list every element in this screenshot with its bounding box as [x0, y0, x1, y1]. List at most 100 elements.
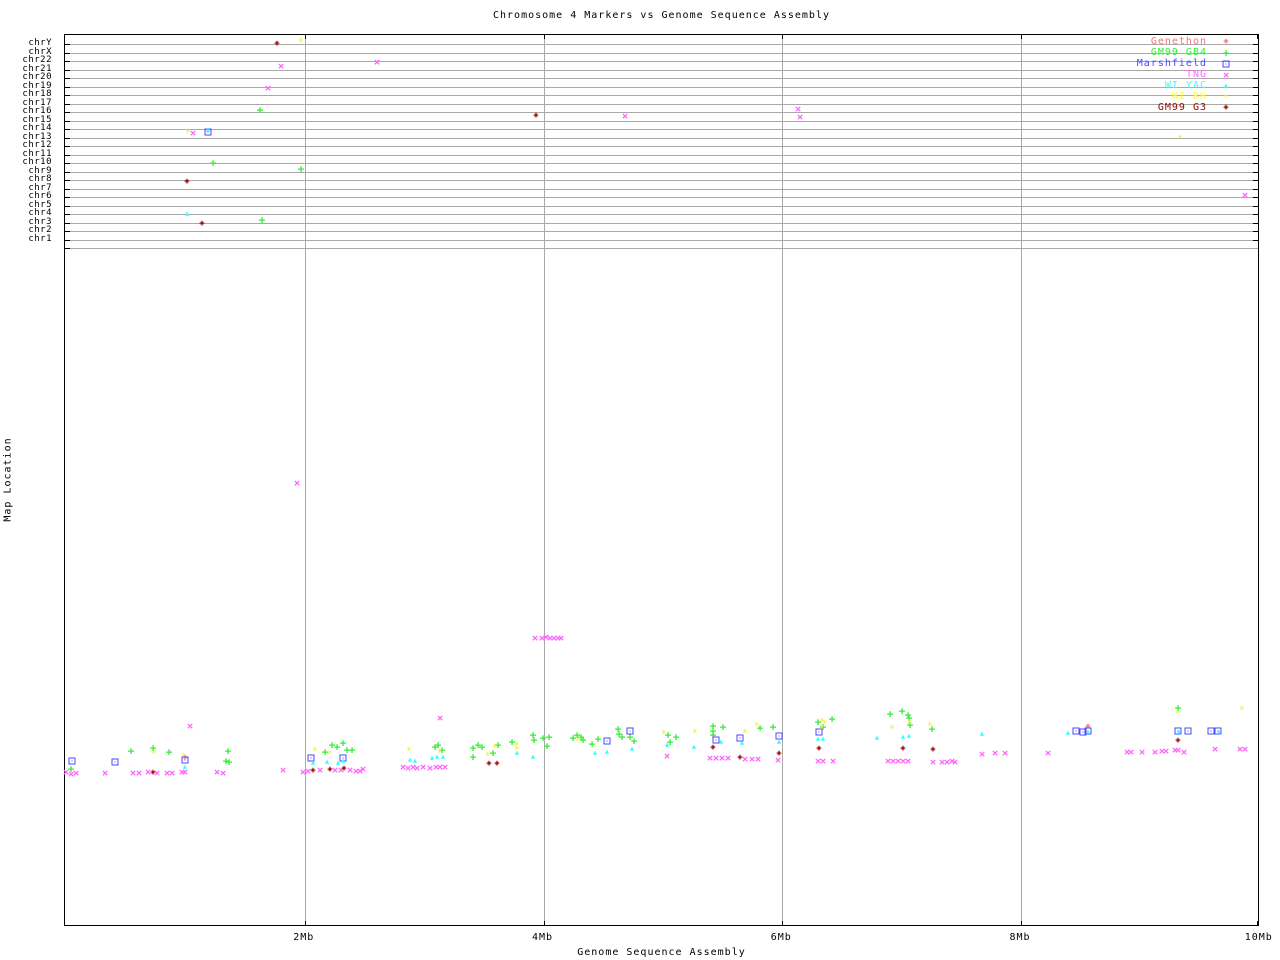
data-point-gb4: +	[672, 730, 680, 744]
data-point-g3: ◈	[930, 744, 936, 755]
data-point-yac: ▲	[979, 729, 985, 738]
data-point-tng: ×	[279, 763, 287, 777]
gridline-chr2	[65, 231, 1258, 233]
data-point-gb4: +	[256, 103, 264, 117]
data-point-g3: ◈	[199, 218, 205, 229]
data-point-tng: ×	[796, 110, 804, 124]
bottom-tick-8Mb	[1021, 921, 1022, 925]
top-tick-4Mb	[543, 35, 545, 39]
data-point-yac: ▲	[691, 742, 697, 751]
data-point-tng: ×	[1211, 742, 1219, 756]
data-point-g3: ◈	[341, 763, 347, 774]
data-point-g3: ◈	[737, 752, 743, 763]
left-tick-chr10	[65, 163, 70, 165]
gridline-chrY	[65, 44, 1258, 45]
legend-label-tng: TNG	[1185, 69, 1207, 80]
x-tick-label-6Mb: 6Mb	[770, 932, 792, 943]
gridline-chr14	[65, 129, 1258, 131]
data-point-tng: ×	[441, 760, 449, 774]
right-tick-chr14	[1253, 129, 1258, 131]
gridline-2Mb	[304, 35, 306, 925]
triangle-icon: ▲	[1223, 81, 1229, 90]
right-tick-chr4	[1253, 214, 1258, 216]
data-point-tng: ×	[436, 711, 444, 725]
left-tick-chr18	[65, 95, 70, 97]
data-point-yac: ▲	[429, 753, 435, 762]
plot-area	[64, 34, 1259, 926]
data-point-g3: ◈	[274, 38, 280, 49]
data-point-gb4: +	[594, 732, 602, 746]
right-tick-chr5	[1253, 205, 1258, 207]
data-point-rh: ✳	[906, 717, 912, 728]
data-point-rh: ✳	[492, 741, 498, 752]
data-point-gb4: +	[828, 712, 836, 726]
data-point-tng: ×	[621, 109, 629, 123]
row-label-chr1: chr1	[28, 233, 52, 244]
data-point-rh: ✳	[754, 719, 760, 730]
data-point-rh: ✳	[185, 126, 191, 137]
data-point-gb4: +	[127, 744, 135, 758]
data-point-tng: ×	[724, 751, 732, 765]
diamond-dot-icon: ◈	[1223, 102, 1229, 113]
data-point-tng: ×	[373, 55, 381, 69]
left-tick-chr6	[65, 197, 70, 199]
data-point-yac: ▲	[184, 209, 190, 218]
left-tick-chr16	[65, 112, 70, 114]
gridline-chr11	[65, 154, 1258, 156]
data-point-rh: ✳	[692, 726, 698, 737]
data-point-yac: ▲	[874, 733, 880, 742]
data-point-rh: ✳	[819, 722, 825, 733]
data-point-marsh	[1207, 727, 1215, 735]
data-point-yac: ▲	[820, 734, 826, 743]
top-tick-8Mb	[1021, 35, 1022, 39]
data-point-yac: ▲	[776, 737, 782, 746]
left-tick-chr2	[65, 231, 70, 233]
data-point-tng: ×	[1180, 745, 1188, 759]
right-tick-chr15	[1253, 120, 1258, 122]
data-point-rh: ✳	[1177, 132, 1183, 143]
gridline-chr10	[65, 163, 1258, 165]
left-tick-band-bottom	[65, 248, 70, 249]
data-point-rh: ✳	[575, 734, 581, 745]
data-point-tng: ×	[316, 763, 324, 777]
gridline-chr19	[65, 86, 1258, 88]
data-point-yac: ▲	[815, 734, 821, 743]
gridline-chrX	[65, 52, 1258, 54]
gridline-band-bottom	[65, 248, 1258, 249]
data-point-rh: ✳	[1175, 707, 1181, 718]
data-point-yac: ▲	[182, 762, 188, 771]
data-point-rh: ✳	[514, 743, 520, 754]
data-point-tng: ×	[1001, 746, 1009, 760]
gridline-chr9	[65, 171, 1258, 173]
data-point-g3: ◈	[494, 758, 500, 769]
right-tick-chr22	[1253, 61, 1258, 63]
data-point-tng: ×	[929, 755, 937, 769]
data-point-tng: ×	[101, 766, 109, 780]
bottom-tick-2Mb	[304, 921, 306, 925]
right-tick-chr16	[1253, 112, 1258, 114]
left-tick-chr9	[65, 171, 70, 173]
x-axis-title: Genome Sequence Assembly	[577, 947, 746, 958]
data-point-tng: ×	[991, 746, 999, 760]
gridline-chr21	[65, 69, 1258, 71]
chart-title: Chromosome 4 Markers vs Genome Sequence …	[493, 10, 830, 21]
x-tick-label-8Mb: 8Mb	[1009, 932, 1031, 943]
right-tick-chr3	[1253, 222, 1258, 224]
data-point-tng: ×	[293, 476, 301, 490]
gridline-chr22	[65, 61, 1258, 63]
legend-label-marsh: Marshfield	[1136, 58, 1207, 69]
data-point-marsh	[626, 727, 634, 735]
right-tick-chr17	[1253, 103, 1258, 105]
data-point-yac: ▲	[1176, 727, 1182, 736]
data-point-rh: ✳	[437, 746, 443, 757]
data-point-tng: ×	[531, 631, 539, 645]
left-tick-chr13	[65, 137, 70, 139]
data-point-g3: ◈	[816, 743, 822, 754]
left-tick-chr21	[65, 69, 70, 71]
data-point-gb4: +	[225, 755, 233, 769]
data-point-yac: ▲	[412, 756, 418, 765]
bottom-tick-4Mb	[543, 921, 545, 925]
bottom-tick-6Mb	[782, 921, 784, 925]
right-tick-chr8	[1253, 180, 1258, 182]
data-point-yac: ▲	[900, 732, 906, 741]
